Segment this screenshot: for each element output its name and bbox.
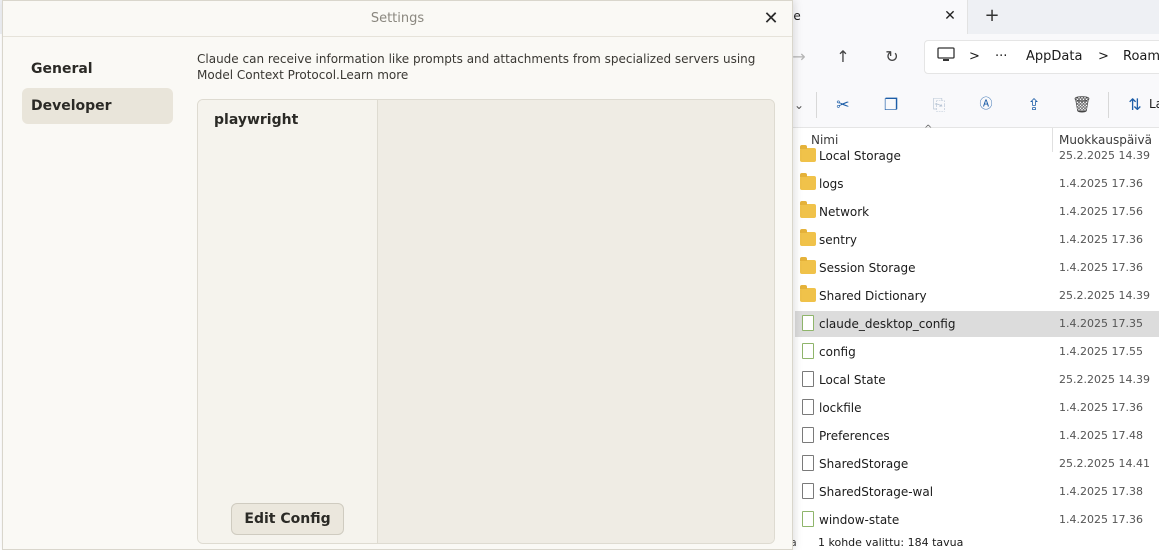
file-row[interactable]: Shared Dictionary 25.2.2025 14.39 <box>795 283 1159 309</box>
close-icon[interactable]: ✕ <box>759 7 783 31</box>
edit-config-button[interactable]: Edit Config <box>231 503 344 535</box>
file-row[interactable]: Network 1.4.2025 17.56 <box>795 199 1159 225</box>
file-name: config <box>819 345 856 359</box>
up-arrow-icon[interactable]: ↑ <box>830 44 856 70</box>
folder-icon <box>800 257 816 274</box>
folder-icon <box>800 229 816 246</box>
refresh-icon[interactable]: ↻ <box>879 44 905 70</box>
settings-titlebar: Settings ✕ <box>3 1 792 37</box>
mcp-intro-text: Claude can receive information like prom… <box>197 51 775 83</box>
explorer-navigation-bar: → ↑ ↻ > ··· AppData > Roami <box>780 34 1159 80</box>
file-row[interactable]: Local Storage 25.2.2025 14.39 <box>795 143 1159 169</box>
json-file-icon <box>802 343 814 359</box>
breadcrumb-appdata[interactable]: AppData <box>1026 49 1082 64</box>
file-date: 1.4.2025 17.38 <box>1059 485 1143 498</box>
file-icon <box>802 455 814 471</box>
breadcrumb-separator: > <box>969 49 980 64</box>
file-row[interactable]: Session Storage 1.4.2025 17.36 <box>795 255 1159 281</box>
explorer-tab[interactable]: le ✕ <box>780 0 968 34</box>
file-date: 25.2.2025 14.41 <box>1059 457 1150 470</box>
selection-status: 1 kohde valittu: 184 tavua <box>818 536 964 549</box>
file-name: sentry <box>819 233 857 247</box>
new-tab-button[interactable]: + <box>980 4 1004 28</box>
folder-icon <box>800 285 816 302</box>
explorer-command-bar: ⌄ ✂ ❐ ⎘ Ⓐ ⇪ 🗑 ⇅ La <box>780 80 1159 128</box>
rename-icon[interactable]: Ⓐ <box>975 94 997 116</box>
file-name: Network <box>819 205 870 219</box>
file-row[interactable]: lockfile 1.4.2025 17.36 <box>795 395 1159 421</box>
file-date: 1.4.2025 17.35 <box>1059 317 1143 330</box>
breadcrumb-more[interactable]: ··· <box>995 49 1007 64</box>
file-name: lockfile <box>819 401 862 415</box>
mcp-intro-body: Claude can receive information like prom… <box>197 52 756 82</box>
file-name: Shared Dictionary <box>819 289 927 303</box>
folder-icon <box>800 173 816 190</box>
toolbar-divider <box>1108 92 1109 118</box>
explorer-status-bar: a 1 kohde valittu: 184 tavua <box>780 534 1159 550</box>
file-row[interactable]: logs 1.4.2025 17.36 <box>795 171 1159 197</box>
file-row[interactable]: Preferences 1.4.2025 17.48 <box>795 423 1159 449</box>
file-date: 25.2.2025 14.39 <box>1059 373 1150 386</box>
file-row[interactable]: window-state 1.4.2025 17.36 <box>795 507 1159 533</box>
file-name: SharedStorage <box>819 457 909 471</box>
file-name: Local Storage <box>819 149 901 163</box>
mcp-server-item-playwright[interactable]: playwright <box>214 112 298 128</box>
file-name: Preferences <box>819 429 890 443</box>
breadcrumb-separator: > <box>1098 49 1109 64</box>
file-date: 1.4.2025 17.36 <box>1059 401 1143 414</box>
file-row[interactable]: Local State 25.2.2025 14.39 <box>795 367 1159 393</box>
file-row[interactable]: claude_desktop_config 1.4.2025 17.35 <box>795 311 1159 337</box>
delete-icon[interactable]: 🗑 <box>1071 94 1093 116</box>
file-name: logs <box>819 177 844 191</box>
file-row[interactable]: config 1.4.2025 17.55 <box>795 339 1159 365</box>
copy-icon[interactable]: ❐ <box>880 94 902 116</box>
file-date: 25.2.2025 14.39 <box>1059 289 1150 302</box>
file-name: Local State <box>819 373 886 387</box>
folder-icon <box>800 145 816 162</box>
sort-label[interactable]: La <box>1149 97 1159 111</box>
file-row[interactable]: SharedStorage 25.2.2025 14.41 <box>795 451 1159 477</box>
paste-icon[interactable]: ⎘ <box>928 94 950 116</box>
file-icon <box>802 399 814 415</box>
sort-caret-icon: ^ <box>924 124 933 135</box>
sidebar-item-developer[interactable]: Developer <box>22 88 173 124</box>
file-date: 1.4.2025 17.36 <box>1059 513 1143 526</box>
file-date: 1.4.2025 17.56 <box>1059 205 1143 218</box>
file-date: 1.4.2025 17.55 <box>1059 345 1143 358</box>
file-row[interactable]: sentry 1.4.2025 17.36 <box>795 227 1159 253</box>
sort-icon[interactable]: ⇅ <box>1124 94 1146 116</box>
sidebar-item-general[interactable]: General <box>22 51 173 87</box>
file-name: SharedStorage-wal <box>819 485 934 499</box>
mcp-servers-panel: playwright Edit Config <box>197 99 775 544</box>
file-date: 1.4.2025 17.36 <box>1059 261 1143 274</box>
close-tab-icon[interactable]: ✕ <box>938 4 962 28</box>
file-name: claude_desktop_config <box>819 317 956 331</box>
json-file-icon <box>802 511 814 527</box>
folder-icon <box>800 201 816 218</box>
file-date: 1.4.2025 17.48 <box>1059 429 1143 442</box>
breadcrumb-roaming[interactable]: Roami <box>1123 49 1159 64</box>
file-name: Session Storage <box>819 261 916 275</box>
cut-icon[interactable]: ✂ <box>832 94 854 116</box>
settings-title: Settings <box>370 11 425 26</box>
file-date: 1.4.2025 17.36 <box>1059 233 1143 246</box>
mcp-server-detail <box>378 100 774 543</box>
json-file-icon <box>802 315 814 331</box>
file-icon <box>802 483 814 499</box>
file-list: Local Storage 25.2.2025 14.39 logs 1.4.2025… <box>780 142 1159 536</box>
file-icon <box>802 427 814 443</box>
file-icon <box>802 371 814 387</box>
learn-more-link[interactable]: Learn more <box>340 68 408 82</box>
share-icon[interactable]: ⇪ <box>1023 94 1045 116</box>
mcp-server-list: playwright Edit Config <box>198 100 378 543</box>
address-bar[interactable]: > ··· AppData > Roami <box>924 40 1159 74</box>
file-date: 25.2.2025 14.39 <box>1059 149 1150 162</box>
file-date: 1.4.2025 17.36 <box>1059 177 1143 190</box>
toolbar-divider <box>816 92 817 118</box>
file-row[interactable]: SharedStorage-wal 1.4.2025 17.38 <box>795 479 1159 505</box>
file-name: window-state <box>819 513 900 527</box>
computer-icon <box>937 47 955 67</box>
settings-dialog: Settings ✕ General Developer Claude can … <box>2 0 793 550</box>
